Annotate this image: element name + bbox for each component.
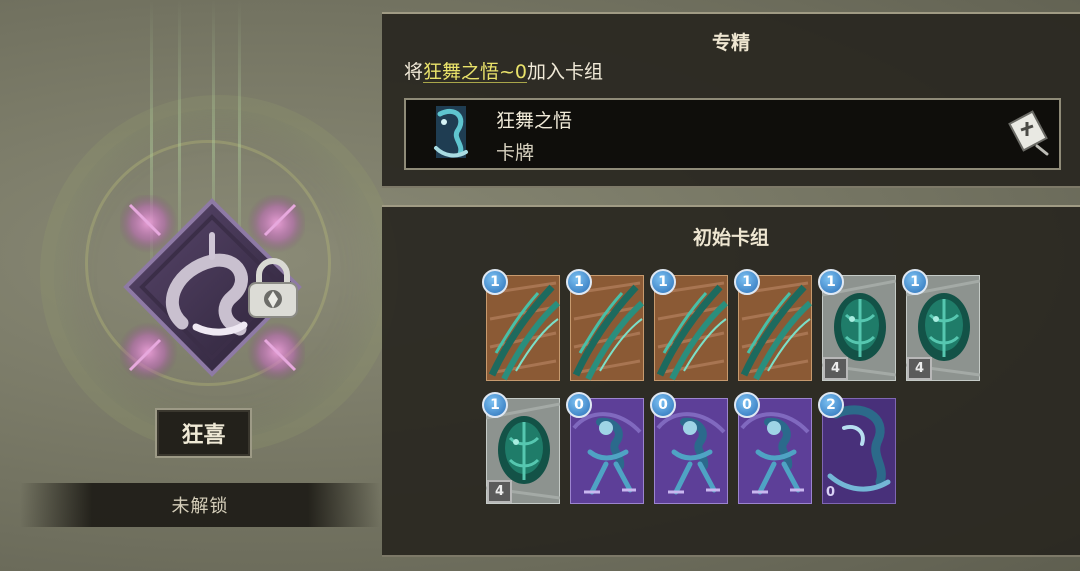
card-cost-badge: 1	[566, 269, 592, 295]
deck-card[interactable]: 14	[818, 269, 896, 381]
deck-card[interactable]: 0	[734, 392, 812, 504]
card-cost-badge: 0	[566, 392, 592, 418]
specialization-panel: 专精 将狂舞之悟~0加入卡组 狂舞之悟 卡牌	[382, 12, 1080, 188]
card-cost-badge: 1	[482, 392, 508, 418]
deck-card[interactable]: 20	[818, 392, 896, 504]
description-prefix: 将	[404, 61, 424, 83]
description-suffix: 加入卡组	[527, 61, 604, 83]
specialization-title: 专精	[711, 32, 750, 54]
card-preview-icon[interactable]	[1007, 108, 1053, 158]
card-cost-badge: 0	[650, 392, 676, 418]
deck-card[interactable]: 1	[482, 269, 560, 381]
character-name: 狂喜	[181, 422, 226, 448]
character-name-plate: 狂喜	[155, 408, 252, 458]
specialization-description: 将狂舞之悟~0加入卡组	[404, 57, 603, 84]
card-cost-badge: 0	[734, 392, 760, 418]
card-cost-badge: 1	[902, 269, 928, 295]
card-count-badge: 4	[823, 357, 848, 380]
starting-deck-title: 初始卡组	[692, 227, 769, 249]
card-corner-number: 0	[826, 485, 836, 500]
deck-card-grid: 111114141400020	[482, 269, 984, 511]
card-count-badge: 4	[907, 357, 932, 380]
card-cost-badge: 1	[818, 269, 844, 295]
deck-card[interactable]: 14	[902, 269, 980, 381]
highlighted-card-link[interactable]: 狂舞之悟~0	[423, 61, 527, 83]
deck-card[interactable]: 1	[566, 269, 644, 381]
dance-card-thumbnail-icon	[434, 106, 468, 158]
padlock-icon	[248, 258, 298, 318]
spec-card-type: 卡牌	[496, 142, 535, 164]
card-count-badge: 4	[487, 480, 512, 503]
card-cost-badge: 1	[482, 269, 508, 295]
deck-card[interactable]: 1	[734, 269, 812, 381]
deck-card[interactable]: 1	[650, 269, 728, 381]
deck-card[interactable]: 0	[650, 392, 728, 504]
spec-card-name: 狂舞之悟	[496, 110, 573, 132]
card-cost-badge: 1	[650, 269, 676, 295]
deck-card[interactable]: 14	[482, 392, 560, 504]
card-cost-badge: 2	[818, 392, 844, 418]
deck-card[interactable]: 0	[566, 392, 644, 504]
starting-deck-panel: 初始卡组 111114141400020	[382, 205, 1080, 557]
specialization-card-row[interactable]: 狂舞之悟 卡牌	[404, 98, 1061, 170]
unlock-status-bar: 未解锁	[20, 483, 380, 527]
card-cost-badge: 1	[734, 269, 760, 295]
unlock-status-text: 未解锁	[171, 496, 229, 517]
character-emblem-area: 狂喜 未解锁	[0, 0, 398, 571]
